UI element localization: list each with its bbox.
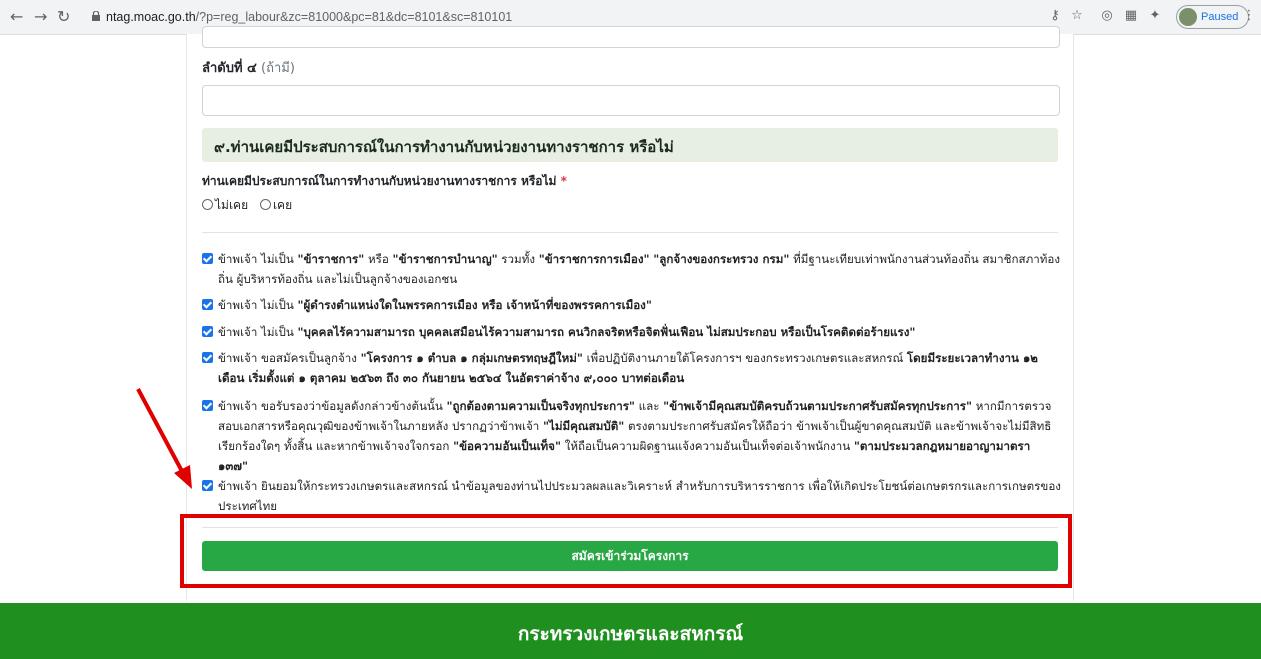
checkbox-checked-icon[interactable] (202, 480, 213, 491)
profile-button[interactable]: Paused (1176, 5, 1250, 29)
highlight-box (180, 514, 1072, 588)
checkbox-checked-icon[interactable] (202, 400, 213, 411)
forward-icon[interactable]: → (34, 8, 47, 26)
declaration-5[interactable]: ข้าพเจ้า ขอรับรองว่าข้อมูลดังกล่าวข้างต้… (202, 396, 1062, 476)
menu-icon[interactable]: ⋮ (1240, 7, 1258, 25)
declaration-2[interactable]: ข้าพเจ้า ไม่เป็น "ผู้ดำรงตำแหน่งใดในพรรค… (202, 295, 1062, 315)
radio-ever[interactable]: เคย (259, 198, 292, 212)
section-9-header: ๙.ท่านเคยมีประสบการณ์ในการทำงานกับหน่วยง… (202, 128, 1058, 162)
previous-input[interactable] (202, 26, 1060, 48)
puzzle-icon[interactable]: ✦ (1146, 7, 1164, 25)
lock-icon (92, 11, 100, 21)
reload-icon[interactable]: ↻ (57, 8, 70, 26)
url-text: ntag.moac.go.th/?p=reg_labour&zc=81000&p… (106, 10, 513, 24)
qr-icon[interactable]: ▦ (1122, 7, 1140, 25)
footer: กระทรวงเกษตรและสหกรณ์ (0, 603, 1261, 659)
footer-title: กระทรวงเกษตรและสหกรณ์ (517, 623, 744, 645)
back-icon[interactable]: ← (10, 8, 23, 26)
declaration-6[interactable]: ข้าพเจ้า ยินยอมให้กระทรวงเกษตรและสหกรณ์ … (202, 476, 1062, 516)
avatar (1179, 8, 1197, 26)
declaration-4[interactable]: ข้าพเจ้า ขอสมัครเป็นลูกจ้าง "โครงการ ๑ ต… (202, 348, 1062, 388)
divider (202, 232, 1058, 233)
arrow-annotation-icon (136, 388, 192, 489)
key-icon[interactable]: ⚷ (1046, 7, 1064, 25)
radio-never[interactable]: ไม่เคย (202, 198, 248, 212)
q9-options: ไม่เคย เคย (202, 196, 300, 215)
declaration-1[interactable]: ข้าพเจ้า ไม่เป็น "ข้าราชการ" หรือ "ข้ารา… (202, 249, 1062, 289)
order4-input[interactable] (202, 85, 1060, 116)
checkbox-checked-icon[interactable] (202, 253, 213, 264)
checkbox-checked-icon[interactable] (202, 299, 213, 310)
radio-never-input[interactable] (202, 199, 213, 210)
q9-label: ท่านเคยมีประสบการณ์ในการทำงานกับหน่วยงาน… (202, 174, 567, 188)
order4-label: ลำดับที่ ๔ (ถ้ามี) (202, 61, 295, 76)
star-icon[interactable]: ☆ (1068, 7, 1086, 25)
declaration-3[interactable]: ข้าพเจ้า ไม่เป็น "บุคคลไร้ความสามารถ บุค… (202, 322, 1062, 342)
radio-ever-input[interactable] (259, 199, 271, 210)
checkbox-checked-icon[interactable] (202, 352, 213, 363)
extension-icon[interactable]: ◎ (1098, 7, 1116, 25)
checkbox-checked-icon[interactable] (202, 326, 213, 337)
